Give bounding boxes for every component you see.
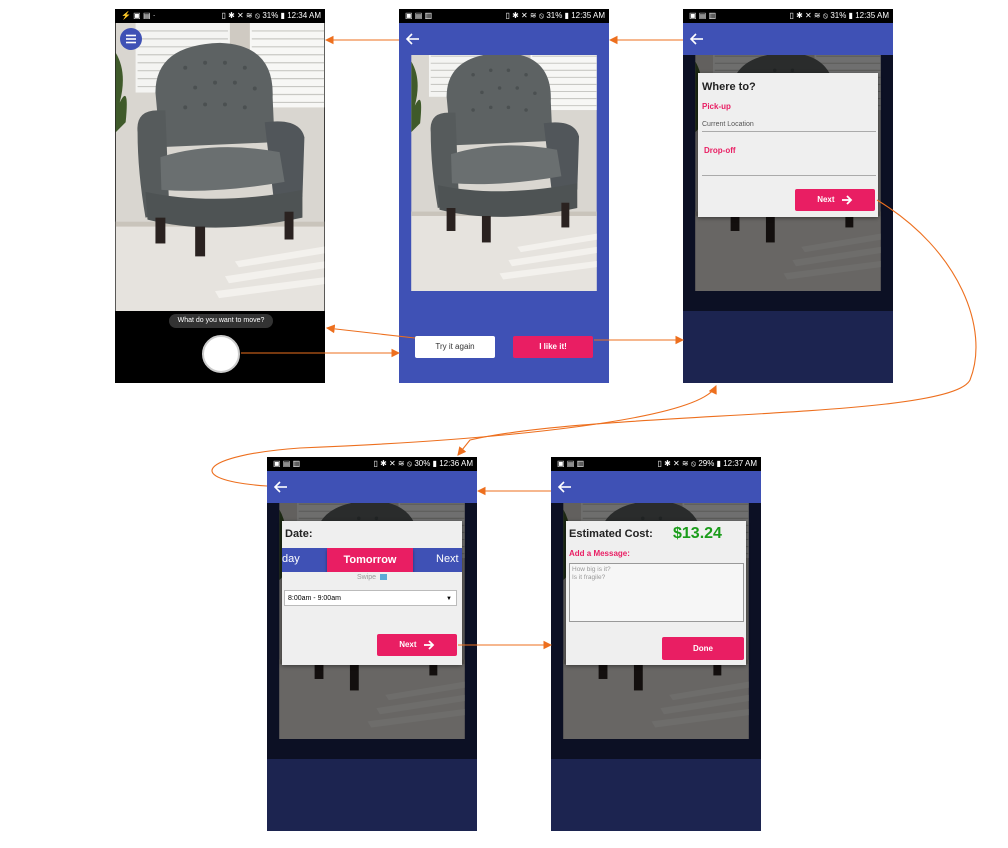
status-bar: ▣ ▤ ▥ ▯ ✱ ✕ ≋ ⦸ 31% ▮ 12:35 AM [399,9,609,23]
status-icons-left: ▣ ▤ ▥ [557,459,585,468]
screen-confirm-photo: ▣ ▤ ▥ ▯ ✱ ✕ ≋ ⦸ 31% ▮ 12:35 AM Try it ag… [399,9,609,383]
clock: 12:37 AM [723,459,757,468]
pickup-field[interactable]: Current Location [702,113,876,132]
battery-level: 30% [414,459,431,468]
screen-camera: ⚡ ▣ ▤ · ▯ ✱ ✕ ≋ ⦸ 31% ▮ 12:34 AM What do… [115,9,325,383]
screen-date: ▣ ▤ ▥ ▯ ✱ ✕ ≋ ⦸ 30% ▮ 12:36 AM Date: day… [267,457,477,831]
menu-button[interactable] [120,28,142,50]
day-prev[interactable]: day [282,553,300,565]
status-icons-right: ▯ ✱ ✕ ≋ ⦸ 31% ▮ 12:34 AM [221,11,321,20]
swipe-hint: Swipe [282,574,462,581]
dropoff-label: Drop-off [704,146,736,155]
back-arrow-icon[interactable] [686,28,708,50]
status-icons-right: ▯ ✱ ✕ ≋ ⦸ 31% ▮ 12:35 AM [789,11,889,20]
status-bar: ▣ ▤ ▥ ▯ ✱ ✕ ≋ ⦸ 31% ▮ 12:35 AM [683,9,893,23]
battery-level: 31% [546,11,563,20]
next-label: Next [817,195,835,204]
message-placeholder-line1: How big is it? [572,566,611,573]
battery-level: 31% [262,11,279,20]
hamburger-menu-icon [126,34,136,44]
status-icons-right: ▯ ✱ ✕ ≋ ⦸ 30% ▮ 12:36 AM [373,459,473,468]
back-arrow-icon[interactable] [402,28,424,50]
status-icons-right: ▯ ✱ ✕ ≋ ⦸ 31% ▮ 12:35 AM [505,11,605,20]
message-textarea[interactable]: How big is it? Is it fragile? [569,563,744,622]
status-bar: ▣ ▤ ▥ ▯ ✱ ✕ ≋ ⦸ 30% ▮ 12:36 AM [267,457,477,471]
day-swiper[interactable]: day Tomorrow Next [282,548,462,572]
arrow-right-icon [423,640,435,650]
swipe-icon [380,574,388,581]
status-bar: ⚡ ▣ ▤ · ▯ ✱ ✕ ≋ ⦸ 31% ▮ 12:34 AM [115,9,325,23]
arrow-right-icon [841,195,853,205]
dropoff-field[interactable] [702,157,876,176]
app-bar [267,471,477,503]
camera-preview [115,23,325,311]
pickup-label: Pick-up [702,102,731,111]
dropdown-caret-icon: ▼ [446,596,452,602]
captured-photo [399,55,609,311]
back-arrow-icon[interactable] [554,476,576,498]
try-again-button[interactable]: Try it again [415,336,495,358]
day-selected-label: Tomorrow [343,554,397,566]
shutter-button[interactable] [202,335,240,373]
clock: 12:35 AM [855,11,889,20]
next-button[interactable]: Next [377,634,457,656]
next-label: Next [399,640,417,649]
swipe-hint-label: Swipe [356,574,377,581]
status-icons-right: ▯ ✱ ✕ ≋ ⦸ 29% ▮ 12:37 AM [657,459,757,468]
date-card: Date: day Tomorrow Next Swipe 8:00am - 9… [282,521,462,665]
app-bar [551,471,761,503]
done-label: Done [693,644,713,653]
day-next[interactable]: Next [436,553,459,565]
cost-value: $13.24 [673,525,722,542]
status-bar: ▣ ▤ ▥ ▯ ✱ ✕ ≋ ⦸ 29% ▮ 12:37 AM [551,457,761,471]
app-bar [399,23,609,55]
clock: 12:36 AM [439,459,473,468]
battery-level: 29% [698,459,715,468]
prompt-text: What do you want to move? [177,317,265,324]
clock: 12:34 AM [287,11,321,20]
message-placeholder-line2: Is it fragile? [572,574,606,581]
time-select-value: 8:00am - 9:00am [288,595,341,602]
card-title: Where to? [702,81,756,93]
status-icons-left: ▣ ▤ ▥ [689,11,717,20]
message-label: Add a Message: [569,549,630,558]
where-to-card: Where to? Pick-up Current Location Drop-… [698,73,878,217]
like-it-label: I like it! [539,342,567,351]
back-arrow-icon[interactable] [270,476,292,498]
battery-level: 31% [830,11,847,20]
day-selected[interactable]: Tomorrow [327,548,413,572]
screen-where-to: ▣ ▤ ▥ ▯ ✱ ✕ ≋ ⦸ 31% ▮ 12:35 AM Where to?… [683,9,893,383]
like-it-button[interactable]: I like it! [513,336,593,358]
screen-estimate: ▣ ▤ ▥ ▯ ✱ ✕ ≋ ⦸ 29% ▮ 12:37 AM Estimated… [551,457,761,831]
done-button[interactable]: Done [662,637,744,660]
status-icons-left: ⚡ ▣ ▤ · [121,11,156,20]
next-button[interactable]: Next [795,189,875,211]
app-bar [683,23,893,55]
clock: 12:35 AM [571,11,605,20]
card-title: Date: [285,528,313,540]
time-select[interactable]: 8:00am - 9:00am ▼ [284,590,457,606]
pickup-value: Current Location [702,121,754,128]
prompt-tooltip: What do you want to move? [169,314,273,328]
try-again-label: Try it again [435,342,475,351]
status-icons-left: ▣ ▤ ▥ [405,11,433,20]
status-icons-left: ▣ ▤ ▥ [273,459,301,468]
estimate-card: Estimated Cost: $13.24 Add a Message: Ho… [566,521,746,665]
cost-label: Estimated Cost: [569,528,653,540]
